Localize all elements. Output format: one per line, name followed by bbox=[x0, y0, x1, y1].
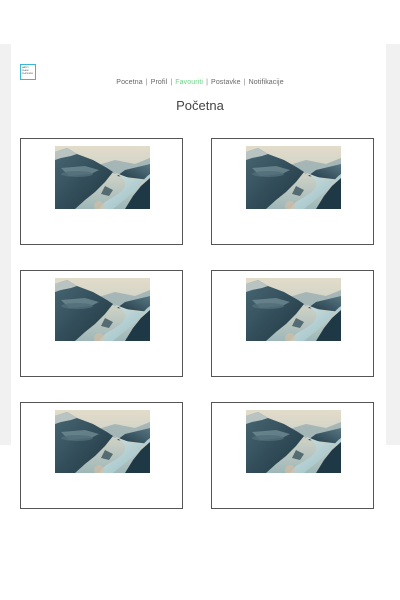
nav-link-pocetna[interactable]: Pocetna bbox=[116, 79, 142, 86]
card[interactable] bbox=[20, 138, 183, 245]
nav-link-postavke[interactable]: Postavke bbox=[211, 79, 241, 86]
fjord-landscape-photo bbox=[246, 410, 341, 473]
nav-link-profil[interactable]: Profil bbox=[151, 79, 168, 86]
card[interactable] bbox=[20, 402, 183, 509]
logo[interactable]: HAPPY PLACE PLATFORM bbox=[20, 64, 36, 80]
nav-link-favouriti[interactable]: Favouriti bbox=[175, 79, 203, 86]
nav-separator: | bbox=[170, 79, 173, 86]
card[interactable] bbox=[211, 138, 374, 245]
card[interactable] bbox=[20, 270, 183, 377]
page-title: Početna bbox=[176, 98, 224, 113]
nav-separator: | bbox=[206, 79, 208, 86]
fjord-landscape-photo bbox=[55, 146, 150, 209]
logo-line-3: PLATFORM bbox=[22, 73, 33, 75]
fjord-landscape-photo bbox=[55, 278, 150, 341]
main-nav: Pocetna | Profil | Favouriti | Postavke … bbox=[0, 79, 400, 86]
fjord-landscape-photo bbox=[246, 146, 341, 209]
nav-separator: | bbox=[145, 79, 148, 86]
fjord-landscape-photo bbox=[246, 278, 341, 341]
nav-separator: | bbox=[243, 79, 246, 86]
card[interactable] bbox=[211, 270, 374, 377]
fjord-landscape-photo bbox=[55, 410, 150, 473]
nav-link-notifikacije[interactable]: Notifikacije bbox=[249, 79, 284, 86]
card[interactable] bbox=[211, 402, 374, 509]
